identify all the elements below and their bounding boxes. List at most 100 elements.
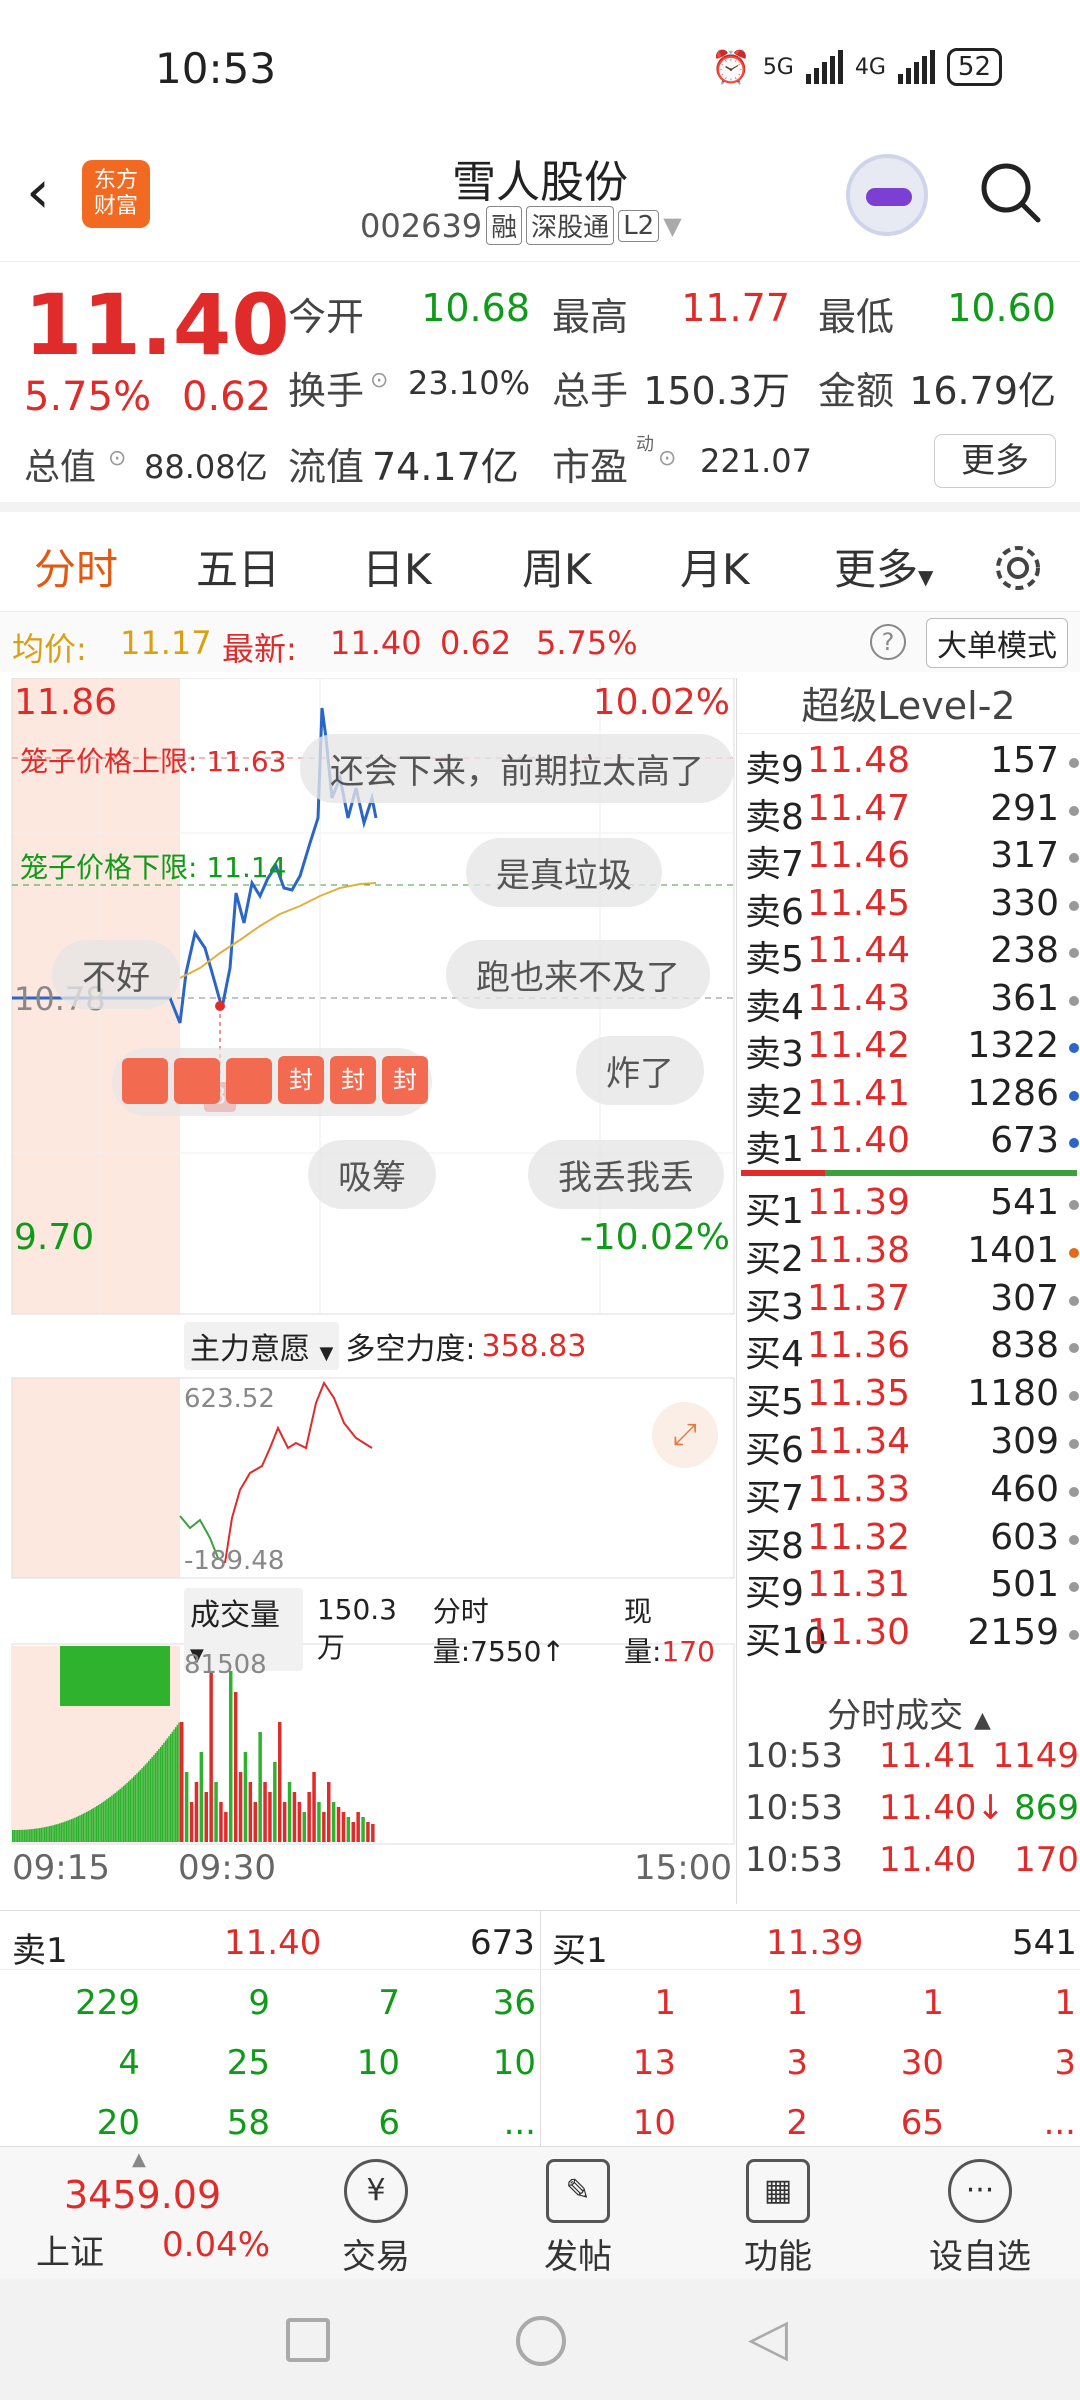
sell-row[interactable]: 卖3 11.42 1322 xyxy=(745,1025,1079,1075)
volume-bar xyxy=(48,1826,51,1842)
assistant-avatar[interactable] xyxy=(846,154,928,236)
buy-row[interactable]: 买3 11.37 307 xyxy=(745,1278,1079,1328)
tab-more[interactable]: 更多▼ xyxy=(834,536,933,597)
status-dot-icon xyxy=(1069,1630,1079,1641)
volume-fen-label: 分时量:7550↑ xyxy=(433,1590,610,1670)
volume-bar xyxy=(224,1812,228,1842)
intraday-chart[interactable]: 11.86 10.02% 9.70 -10.02% 笼子价格上限: 11.63 … xyxy=(0,678,736,1888)
limit-up-chip: 封 xyxy=(382,1056,428,1104)
volume-bar xyxy=(143,1766,145,1842)
trades-title[interactable]: 分时成交 ▲ xyxy=(737,1688,1080,1737)
status-dot-icon xyxy=(1069,1582,1079,1593)
buy-row[interactable]: 买8 11.32 603 xyxy=(745,1517,1079,1567)
volume-bar xyxy=(219,1802,223,1842)
sell-row[interactable]: 卖1 11.40 673 xyxy=(745,1120,1079,1170)
big-order-mode-button[interactable]: 大单模式 xyxy=(926,618,1068,668)
comment-bubble[interactable]: 跑也来不及了 xyxy=(446,940,710,1009)
volume-bar xyxy=(178,1722,180,1842)
change-amount: 0.62 xyxy=(182,374,272,420)
search-icon[interactable] xyxy=(978,160,1042,224)
nav-post[interactable]: ✎ 发帖 xyxy=(508,2159,648,2278)
comment-bubble[interactable]: 吸筹 xyxy=(308,1140,436,1209)
latest-label: 最新: xyxy=(222,630,297,668)
buy-row[interactable]: 买1 11.39 541 xyxy=(745,1182,1079,1232)
tab-intraday[interactable]: 分时 xyxy=(34,536,118,619)
stock-code-row[interactable]: 002639 融 深股通 L2 ▼ xyxy=(360,206,682,245)
info-icon[interactable]: ⊙ xyxy=(658,446,676,471)
back-nav-icon[interactable]: ◁ xyxy=(748,2308,788,2368)
info-icon[interactable]: ⊙ xyxy=(108,446,126,471)
buy-row[interactable]: 买7 11.33 460 xyxy=(745,1469,1079,1519)
expand-icon[interactable]: ⤢ xyxy=(652,1402,718,1468)
buy-row[interactable]: 买2 11.38 1401 xyxy=(745,1230,1079,1280)
trade-row[interactable]: 10:53 11.40↓ 869 xyxy=(745,1788,1079,1836)
status-icons: ⏰ 5G 4G 52 xyxy=(711,48,1002,86)
sell-row[interactable]: 卖5 11.44 238 xyxy=(745,930,1079,980)
nav-add-watch[interactable]: ··· 设自选 xyxy=(910,2159,1050,2278)
comment-bubble[interactable]: 还会下来，前期拉太高了 xyxy=(300,734,734,803)
trend-icon xyxy=(174,1058,220,1104)
volume-bar xyxy=(27,1829,29,1842)
help-icon[interactable]: ? xyxy=(870,624,906,660)
order-book-title[interactable]: 超级Level-2 xyxy=(737,678,1080,734)
nav-trade[interactable]: ¥ 交易 xyxy=(306,2159,446,2278)
volume-bar xyxy=(258,1732,262,1842)
sell-row[interactable]: 卖7 11.46 317 xyxy=(745,835,1079,885)
volume-bar xyxy=(84,1812,86,1842)
comment-bubble[interactable]: 我丢我丢 xyxy=(528,1140,724,1209)
change-percent: 5.75% xyxy=(24,374,152,420)
stock-header: ‹ 东方 财富 雪人股份 002639 融 深股通 L2 ▼ xyxy=(0,140,1080,262)
tab-daily-k[interactable]: 日K xyxy=(362,536,432,597)
indicator-value: 358.83 xyxy=(481,1328,587,1364)
recents-icon[interactable] xyxy=(286,2318,330,2362)
sell-row[interactable]: 卖8 11.47 291 xyxy=(745,788,1079,838)
time-start: 09:15 xyxy=(12,1848,110,1888)
buy-row[interactable]: 买9 11.31 501 xyxy=(745,1564,1079,1614)
volume-bar xyxy=(80,1814,83,1842)
comment-bubble[interactable]: 不好 xyxy=(52,940,180,1009)
trade-row[interactable]: 10:53 11.40 170 xyxy=(745,1840,1079,1888)
more-button[interactable]: 更多 xyxy=(934,434,1056,488)
volume-bar xyxy=(124,1784,127,1842)
volume-bar xyxy=(146,1762,148,1842)
nav-functions[interactable]: ▦ 功能 xyxy=(708,2159,848,2278)
volume-bar xyxy=(33,1828,36,1842)
sell-row[interactable]: 卖2 11.41 1286 xyxy=(745,1073,1079,1123)
indicator-selector[interactable]: 主力意愿 ▼ xyxy=(184,1322,340,1370)
status-bar: 10:53 ⏰ 5G 4G 52 xyxy=(0,0,1080,140)
volume-bar xyxy=(287,1782,292,1842)
sell-row[interactable]: 卖9 11.48 157 xyxy=(745,740,1079,790)
volume-bar xyxy=(25,1829,27,1842)
tab-weekly-k[interactable]: 周K xyxy=(522,536,592,597)
comment-bubble[interactable]: 是真垃圾 xyxy=(466,838,662,907)
amount-label: 金额 xyxy=(818,369,895,413)
tab-five-day[interactable]: 五日 xyxy=(196,536,280,597)
reaction-chip-bar[interactable]: 封 封 封 xyxy=(112,1048,432,1116)
buy-row[interactable]: 买6 11.34 309 xyxy=(745,1421,1079,1471)
trade-row[interactable]: 10:53 11.41 1149 xyxy=(745,1736,1079,1784)
status-dot-icon xyxy=(1069,1439,1079,1449)
comment-bubble[interactable]: 炸了 xyxy=(576,1036,704,1105)
status-dot-icon xyxy=(1069,1138,1079,1148)
index-name: 上证 xyxy=(36,2233,104,2273)
buy-row[interactable]: 买4 11.36 838 xyxy=(745,1325,1079,1375)
bottom-pct-label: -10.02% xyxy=(579,1217,730,1258)
sell-row[interactable]: 卖6 11.45 330 xyxy=(745,883,1079,933)
volume-bar xyxy=(132,1776,135,1842)
pre-market-shade xyxy=(12,1378,180,1578)
info-icon[interactable]: ⊙ xyxy=(370,368,388,393)
tab-monthly-k[interactable]: 月K xyxy=(680,536,750,597)
buy-volume: 309 xyxy=(990,1421,1059,1462)
volume-bar xyxy=(229,1652,233,1842)
volume-bar xyxy=(297,1802,302,1842)
volume-bar xyxy=(351,1822,355,1842)
buy-row[interactable]: 买10 11.30 2159 xyxy=(745,1612,1079,1662)
home-icon[interactable] xyxy=(516,2316,566,2366)
index-widget[interactable]: ▲ 3459.09 上证 0.04% xyxy=(0,2147,300,2279)
gear-icon[interactable] xyxy=(992,542,1044,594)
buy-row[interactable]: 买5 11.35 1180 xyxy=(745,1373,1079,1423)
mcap-value: 88.08亿 xyxy=(144,448,268,486)
buy-price: 11.39 xyxy=(807,1182,911,1223)
status-dot-icon xyxy=(1069,1343,1079,1354)
sell-row[interactable]: 卖4 11.43 361 xyxy=(745,978,1079,1028)
